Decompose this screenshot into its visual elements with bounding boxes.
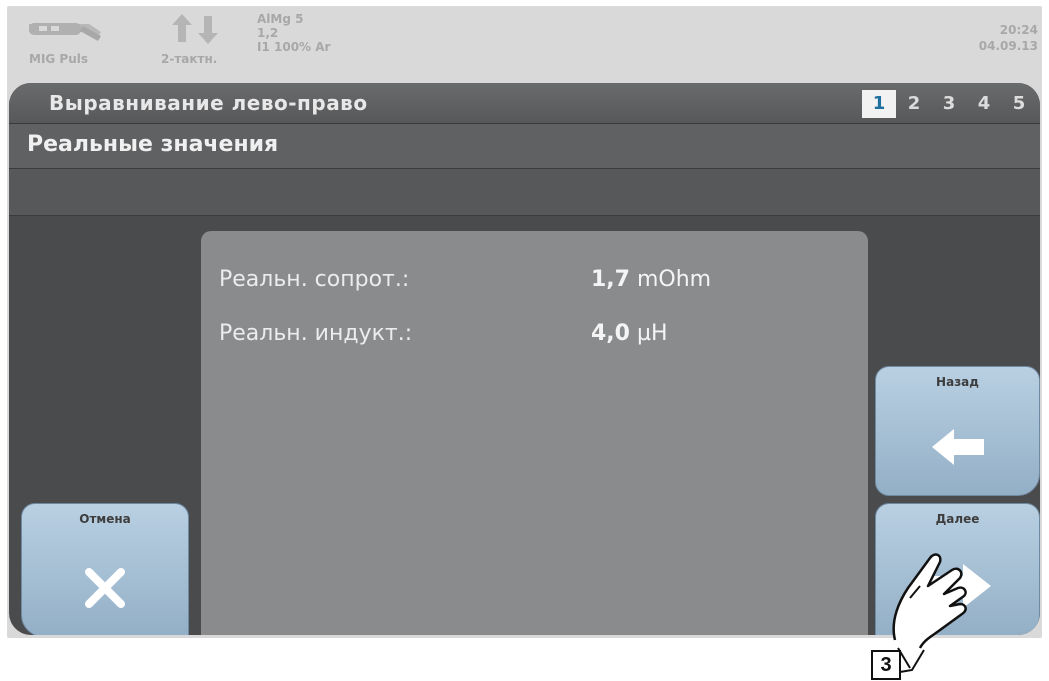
status-bar: MIG Puls 2-тактн. AlMg 5 1,2 I1 100% Ar …: [7, 6, 1042, 76]
clock-date: 04.09.13: [978, 39, 1038, 53]
trigger-label: 2-тактн.: [161, 52, 218, 66]
close-icon: [85, 568, 125, 608]
material-info: AlMg 5 1,2 I1 100% Ar: [257, 12, 330, 54]
page-2[interactable]: 2: [897, 90, 931, 118]
inductance-unit: µH: [636, 321, 668, 346]
resistance-number: 1,7: [591, 267, 630, 292]
info-row: [9, 169, 1040, 216]
material-gas: I1 100% Ar: [257, 40, 331, 54]
back-button[interactable]: Назад: [875, 366, 1040, 496]
clock-time: 20:24: [999, 23, 1038, 37]
inductance-value: 4,0 µH: [591, 321, 668, 346]
clock: 20:24 04.09.13: [979, 22, 1038, 54]
arrow-left-icon: [931, 429, 984, 465]
cancel-button[interactable]: Отмена: [21, 503, 189, 635]
inductance-label: Реальн. индукт.:: [219, 321, 413, 346]
mig-puls-mode-icon: [29, 23, 101, 41]
section-title: Реальные значения: [27, 132, 279, 157]
cancel-button-label: Отмена: [79, 512, 131, 526]
page-3[interactable]: 3: [932, 90, 966, 118]
resistance-label: Реальн. сопрот.:: [219, 267, 410, 292]
mode-label: MIG Puls: [29, 52, 89, 66]
back-button-label: Назад: [936, 375, 979, 389]
next-button-label: Далее: [935, 512, 980, 526]
inductance-number: 4,0: [591, 321, 630, 346]
step-callout: 3: [871, 650, 901, 680]
material-alloy: AlMg 5: [257, 12, 304, 26]
page-title: Выравнивание лево-право: [49, 91, 368, 115]
title-bar: Выравнивание лево-право 1 2 3 4 5: [9, 83, 1040, 124]
values-box: Реальн. сопрот.: 1,7 mOhm Реальн. индукт…: [201, 231, 868, 635]
two-step-trigger-icon: [172, 14, 218, 44]
page-indicator: 1 2 3 4 5: [861, 90, 1036, 118]
material-wire: 1,2: [257, 26, 279, 40]
resistance-value: 1,7 mOhm: [591, 267, 711, 292]
section-header: Реальные значения: [9, 124, 1040, 169]
page-4[interactable]: 4: [967, 90, 1001, 118]
page-1[interactable]: 1: [862, 90, 896, 118]
resistance-unit: mOhm: [636, 267, 712, 292]
page-5[interactable]: 5: [1002, 90, 1036, 118]
